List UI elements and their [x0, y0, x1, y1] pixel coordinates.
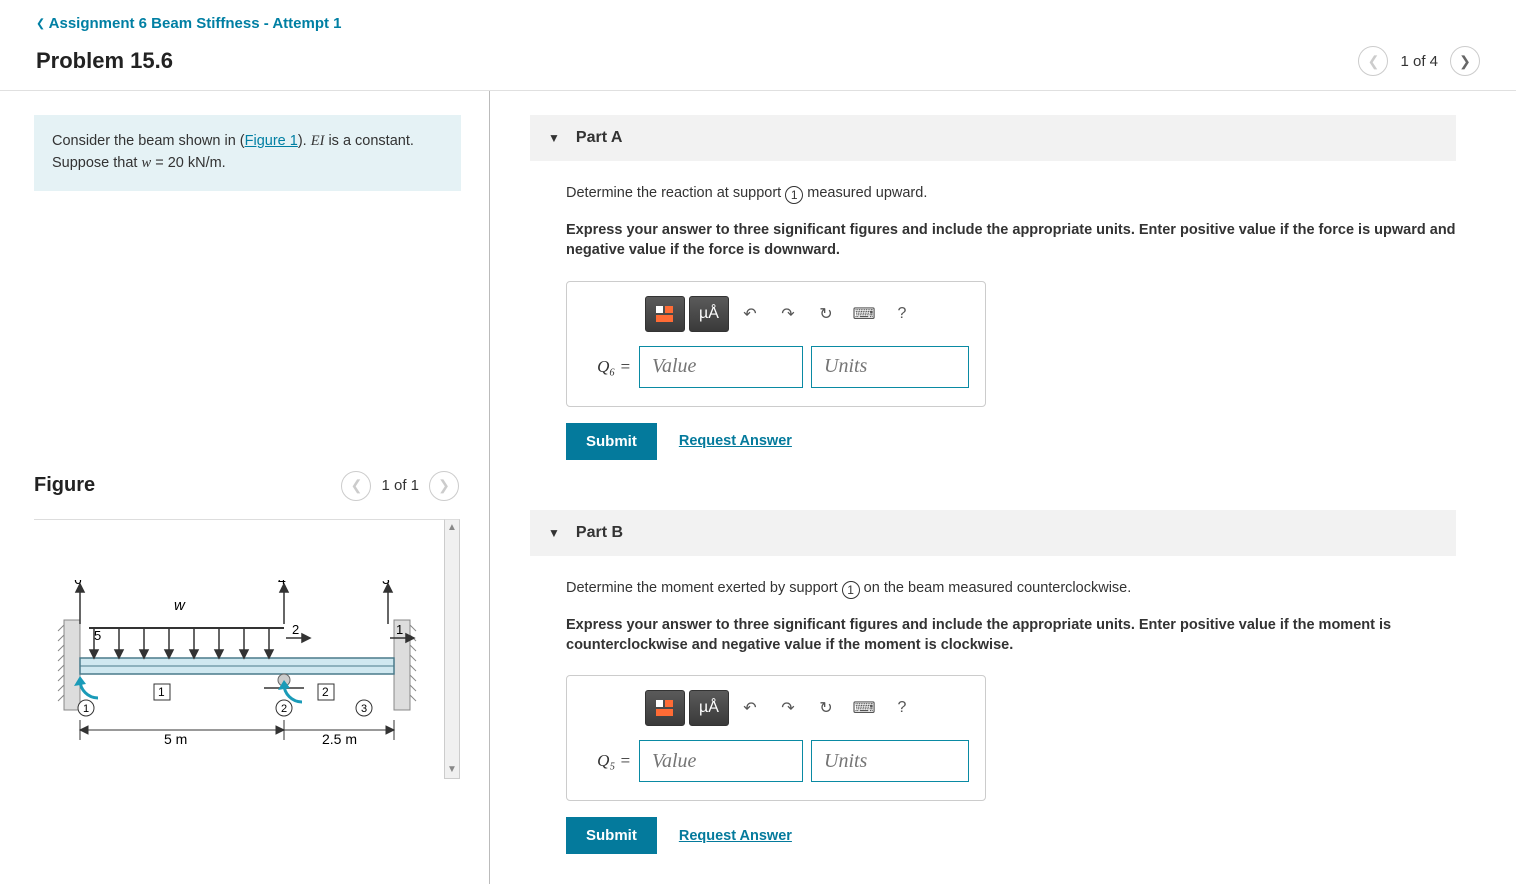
request-answer-link[interactable]: Request Answer [679, 433, 792, 449]
svg-text:5 m: 5 m [164, 731, 187, 747]
figure-header: Figure ❮ 1 of 1 ❯ [34, 471, 459, 501]
scroll-up-icon[interactable]: ▲ [445, 520, 459, 536]
svg-text:w: w [174, 597, 186, 614]
units-symbol-button[interactable]: µÅ [689, 296, 729, 332]
undo-icon[interactable]: ↶ [733, 690, 767, 726]
svg-text:3: 3 [382, 580, 390, 587]
right-column: ▼ Part A Determine the reaction at suppo… [490, 91, 1516, 884]
reset-icon[interactable]: ↻ [809, 690, 843, 726]
svg-text:2: 2 [292, 622, 299, 637]
header-row: Problem 15.6 ❮ 1 of 4 ❯ [0, 42, 1516, 91]
prompt-box: Consider the beam shown in (Figure 1). E… [34, 115, 461, 191]
problem-title: Problem 15.6 [36, 48, 173, 74]
part-a-body: Determine the reaction at support 1 meas… [530, 185, 1456, 490]
value-input[interactable] [639, 346, 803, 388]
units-symbol-button[interactable]: µÅ [689, 690, 729, 726]
part-a-question: Determine the reaction at support 1 meas… [566, 185, 1456, 204]
figure-link[interactable]: Figure 1 [245, 133, 298, 149]
problem-pager: ❮ 1 of 4 ❯ [1358, 46, 1480, 76]
templates-icon[interactable] [645, 690, 685, 726]
next-problem-button[interactable]: ❯ [1450, 46, 1480, 76]
breadcrumb[interactable]: ❮ Assignment 6 Beam Stiffness - Attempt … [0, 0, 1516, 42]
submit-button[interactable]: Submit [566, 423, 657, 460]
figure-pager-label: 1 of 1 [381, 477, 419, 494]
part-a-instructions: Express your answer to three significant… [566, 220, 1456, 261]
svg-text:6: 6 [74, 580, 82, 587]
svg-text:1: 1 [158, 685, 165, 699]
figure-next-button[interactable]: ❯ [429, 471, 459, 501]
answer-box-a: µÅ ↶ ↷ ↻ ⌨ ? Q₆ = [566, 281, 986, 407]
part-b-instructions: Express your answer to three significant… [566, 615, 1456, 656]
part-a-header[interactable]: ▼ Part A [530, 115, 1456, 161]
svg-text:2: 2 [281, 703, 287, 715]
variable-label: Q₅ = [583, 751, 631, 771]
submit-button[interactable]: Submit [566, 817, 657, 854]
part-b-body: Determine the moment exerted by support … [530, 580, 1456, 885]
circled-1-icon: 1 [785, 186, 803, 204]
part-title: Part B [576, 524, 623, 542]
scroll-down-icon[interactable]: ▼ [445, 762, 459, 778]
help-icon[interactable]: ? [885, 296, 919, 332]
svg-text:2.5 m: 2.5 m [322, 731, 357, 747]
caret-down-icon: ▼ [548, 526, 560, 540]
breadcrumb-text: Assignment 6 Beam Stiffness - Attempt 1 [49, 15, 342, 32]
answer-toolbar: µÅ ↶ ↷ ↻ ⌨ ? [645, 690, 969, 726]
redo-icon[interactable]: ↷ [771, 690, 805, 726]
left-column: Consider the beam shown in (Figure 1). E… [0, 91, 490, 884]
help-icon[interactable]: ? [885, 690, 919, 726]
part-b-header[interactable]: ▼ Part B [530, 510, 1456, 556]
pager-label: 1 of 4 [1400, 53, 1438, 70]
figure-title: Figure [34, 474, 95, 497]
svg-text:1: 1 [83, 703, 89, 715]
figure-prev-button[interactable]: ❮ [341, 471, 371, 501]
answer-toolbar: µÅ ↶ ↷ ↻ ⌨ ? [645, 296, 969, 332]
keyboard-icon[interactable]: ⌨ [847, 296, 881, 332]
units-input[interactable] [811, 740, 969, 782]
back-chevron-icon: ❮ [36, 14, 45, 32]
figure-scrollbar[interactable]: ▲ ▼ [444, 519, 460, 779]
svg-text:4: 4 [278, 580, 286, 587]
answer-box-b: µÅ ↶ ↷ ↻ ⌨ ? Q₅ = [566, 675, 986, 801]
circled-1-icon: 1 [842, 581, 860, 599]
svg-text:2: 2 [322, 685, 329, 699]
value-input[interactable] [639, 740, 803, 782]
caret-down-icon: ▼ [548, 131, 560, 145]
keyboard-icon[interactable]: ⌨ [847, 690, 881, 726]
reset-icon[interactable]: ↻ [809, 296, 843, 332]
prev-problem-button[interactable]: ❮ [1358, 46, 1388, 76]
part-title: Part A [576, 129, 623, 147]
templates-icon[interactable] [645, 296, 685, 332]
svg-text:1: 1 [396, 622, 403, 637]
beam-figure: 6 4 3 w 5 2 1 1 2 1 2 [34, 519, 444, 779]
svg-text:3: 3 [361, 703, 367, 715]
svg-text:5: 5 [94, 628, 101, 643]
undo-icon[interactable]: ↶ [733, 296, 767, 332]
units-input[interactable] [811, 346, 969, 388]
variable-label: Q₆ = [583, 357, 631, 377]
part-b-question: Determine the moment exerted by support … [566, 580, 1456, 599]
request-answer-link[interactable]: Request Answer [679, 828, 792, 844]
redo-icon[interactable]: ↷ [771, 296, 805, 332]
